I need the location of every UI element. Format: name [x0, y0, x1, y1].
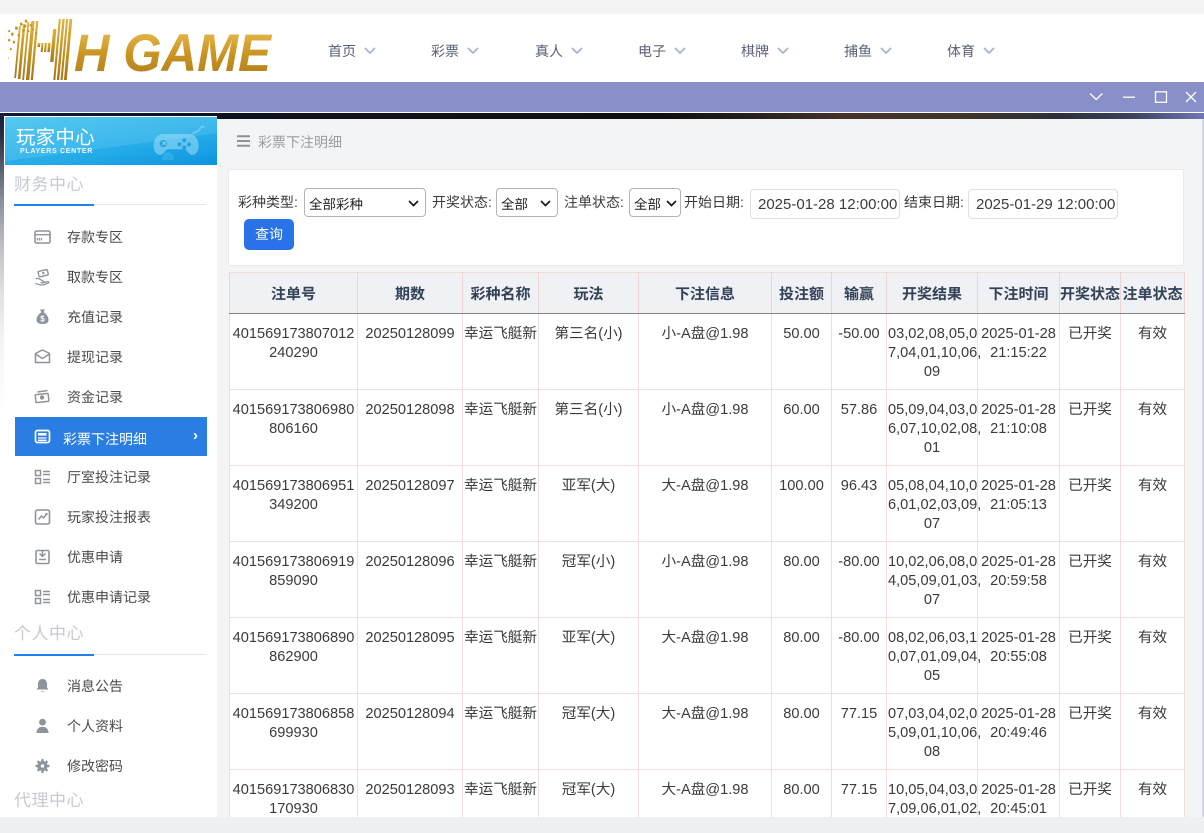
- svg-text:$: $: [40, 315, 45, 324]
